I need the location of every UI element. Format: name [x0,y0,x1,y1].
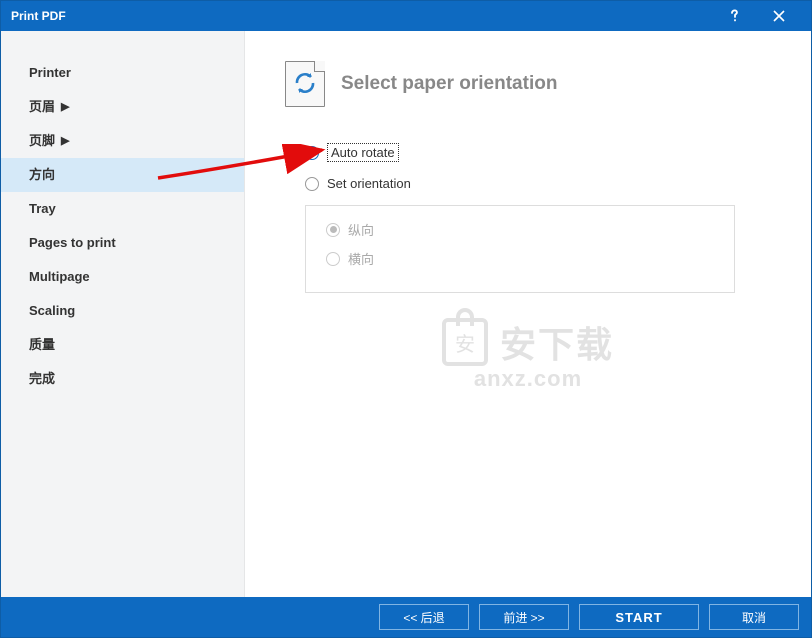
sidebar-item-printer[interactable]: Printer [1,56,244,90]
radio-label: Auto rotate [327,143,399,162]
sidebar-item-label: 质量 [29,328,55,362]
sidebar-item-label: Printer [29,56,71,90]
radio-label: 横向 [348,249,374,268]
back-button[interactable]: << 后退 [379,604,469,630]
sidebar-item-finish[interactable]: 完成 [1,362,244,396]
sidebar-item-multipage[interactable]: Multipage [1,260,244,294]
radio-set-orientation[interactable]: Set orientation [305,176,771,191]
radio-icon [305,146,319,160]
rotate-icon [285,61,325,107]
sidebar-item-label: Tray [29,192,56,226]
radio-label: Set orientation [327,176,411,191]
radio-label: 纵向 [348,220,374,239]
sidebar-item-tray[interactable]: Tray [1,192,244,226]
bag-icon: 安 [442,318,488,366]
main-panel: Select paper orientation Auto rotate Set… [245,31,811,597]
orientation-sub-panel: 纵向 横向 [305,205,735,293]
titlebar: Print PDF [1,1,811,31]
sidebar-item-scaling[interactable]: Scaling [1,294,244,328]
sidebar-item-quality[interactable]: 质量 [1,328,244,362]
sidebar-item-header[interactable]: 页眉▶ [1,90,244,124]
cancel-button[interactable]: 取消 [709,604,799,630]
sidebar-item-label: Scaling [29,294,75,328]
sidebar: Printer 页眉▶ 页脚▶ 方向 Tray Pages to print M… [1,31,245,597]
sidebar-item-label: Pages to print [29,226,116,260]
radio-landscape: 横向 [326,249,714,268]
watermark-text-large: 安下载 [500,316,614,368]
sidebar-item-label: 方向 [29,158,55,192]
radio-icon [305,177,319,191]
page-title: Select paper orientation [341,73,557,95]
sidebar-item-label: Multipage [29,260,90,294]
radio-portrait: 纵向 [326,220,714,239]
radio-icon [326,252,340,266]
radio-auto-rotate[interactable]: Auto rotate [305,143,771,162]
help-button[interactable] [713,1,757,31]
watermark: 安 安下载 anxz.com [442,316,614,392]
sidebar-item-orientation[interactable]: 方向 [1,158,244,192]
sidebar-item-label: 页眉 [29,90,55,124]
sidebar-item-label: 页脚 [29,124,55,158]
chevron-right-icon: ▶ [61,90,69,124]
close-button[interactable] [757,1,801,31]
window-title: Print PDF [11,9,713,23]
sidebar-item-pages[interactable]: Pages to print [1,226,244,260]
footer: << 后退 前进 >> START 取消 [1,597,811,637]
sidebar-item-label: 完成 [29,362,55,396]
radio-icon [326,223,340,237]
start-button[interactable]: START [579,604,699,630]
next-button[interactable]: 前进 >> [479,604,569,630]
sidebar-item-footer[interactable]: 页脚▶ [1,124,244,158]
watermark-text-small: anxz.com [474,366,582,392]
chevron-right-icon: ▶ [61,124,69,158]
